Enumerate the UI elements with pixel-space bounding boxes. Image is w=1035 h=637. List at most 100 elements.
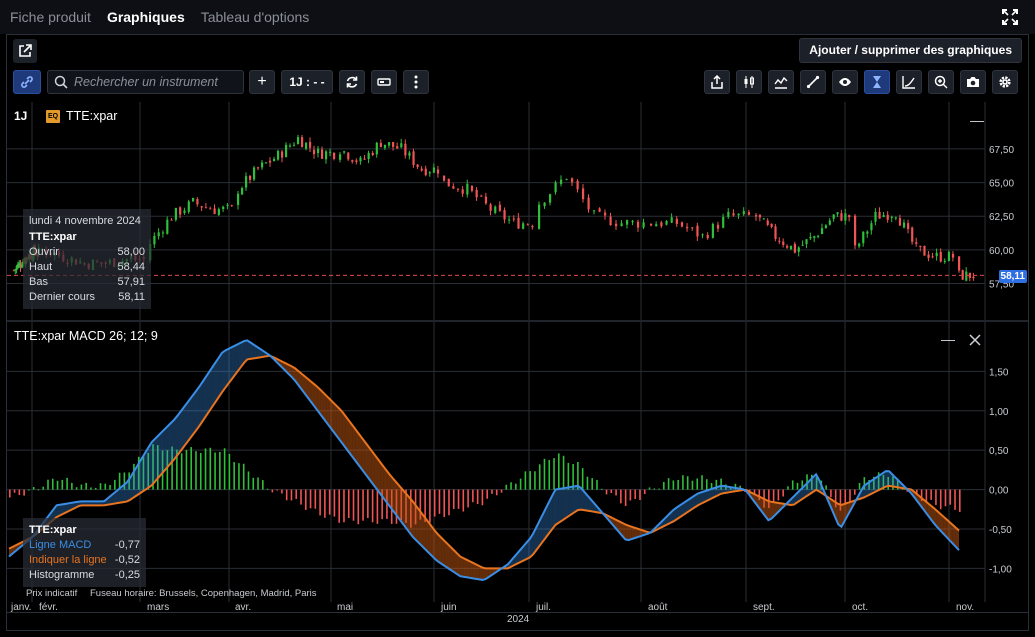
histogram-bar bbox=[114, 479, 116, 490]
candles-icon bbox=[744, 76, 754, 88]
candle-body bbox=[461, 189, 464, 194]
histogram-bar bbox=[658, 488, 660, 490]
candle-body bbox=[894, 217, 897, 219]
indicators-icon bbox=[774, 76, 788, 89]
compare-button[interactable] bbox=[896, 70, 922, 94]
candle-body bbox=[870, 223, 873, 231]
histogram-bar bbox=[429, 489, 431, 523]
macd-signal-fill bbox=[387, 471, 391, 508]
candle-body bbox=[383, 144, 387, 148]
candle-body bbox=[475, 189, 478, 198]
candle-body bbox=[560, 179, 563, 184]
close-macd-pane-icon[interactable] bbox=[969, 334, 981, 346]
histogram-bar bbox=[443, 489, 446, 518]
candle-body bbox=[416, 164, 419, 167]
indicators-button[interactable] bbox=[768, 70, 794, 94]
candle-body bbox=[576, 180, 579, 190]
settings-button[interactable] bbox=[992, 70, 1018, 94]
minimize-macd-pane-icon[interactable]: — bbox=[941, 331, 955, 347]
candle-body bbox=[854, 215, 857, 246]
chart-type-button[interactable] bbox=[371, 70, 397, 94]
candle-body bbox=[965, 271, 968, 281]
candle-body bbox=[161, 232, 165, 234]
macd-signal-fill bbox=[209, 367, 213, 412]
add-remove-charts-button[interactable]: Ajouter / supprimer des graphiques bbox=[799, 38, 1022, 63]
candle-body bbox=[289, 145, 292, 147]
screenshot-button[interactable] bbox=[960, 70, 986, 94]
candles-button[interactable] bbox=[736, 70, 762, 94]
link-button[interactable] bbox=[13, 70, 41, 94]
candle-body bbox=[351, 160, 354, 162]
histogram-bar bbox=[505, 484, 508, 490]
month-tick-label: nov. bbox=[956, 602, 975, 613]
visibility-button[interactable] bbox=[832, 70, 858, 94]
minimize-price-pane-icon[interactable]: — bbox=[970, 112, 984, 128]
candle-body bbox=[554, 182, 557, 193]
macd-signal-fill bbox=[186, 398, 191, 443]
macd-signal-fill bbox=[205, 371, 210, 417]
candle-body bbox=[396, 146, 399, 149]
histogram-bar bbox=[529, 471, 531, 490]
tab-fiche-produit[interactable]: Fiche produit bbox=[10, 9, 91, 25]
macd-signal-fill bbox=[167, 422, 172, 467]
candle-body bbox=[400, 143, 403, 148]
macd-title: TTE:xpar MACD 26; 12; 9 bbox=[14, 329, 158, 343]
histogram-bar bbox=[772, 489, 775, 502]
candle-body bbox=[836, 212, 839, 215]
chart-toolbar: + 1J : - - bbox=[7, 68, 1028, 98]
tooltip-symbol: TTE:xpar bbox=[29, 231, 77, 243]
add-instrument-button[interactable]: + bbox=[249, 70, 275, 94]
tooltip-date: lundi 4 novembre 2024 bbox=[29, 215, 141, 227]
histogram-bar bbox=[262, 480, 264, 490]
candle-body bbox=[512, 218, 515, 220]
macd-signal-fill bbox=[371, 450, 375, 486]
macd-signal-fill bbox=[418, 509, 423, 547]
candle-body bbox=[758, 214, 762, 218]
compare-icon bbox=[902, 76, 915, 89]
crosshair-button[interactable] bbox=[864, 70, 890, 94]
candle-body bbox=[778, 240, 781, 242]
last-price-tag: 58,11 bbox=[998, 270, 1027, 283]
macd-signal-fill bbox=[199, 381, 203, 426]
draw-line-icon bbox=[806, 75, 820, 89]
histogram-bar bbox=[853, 489, 856, 495]
zoom-button[interactable] bbox=[928, 70, 954, 94]
tab-graphiques[interactable]: Graphiques bbox=[107, 9, 185, 25]
instrument-search bbox=[47, 70, 244, 94]
histogram-bar bbox=[620, 489, 622, 504]
search-input[interactable] bbox=[74, 74, 239, 90]
share-button[interactable] bbox=[704, 70, 730, 94]
histogram-bar bbox=[94, 487, 97, 490]
candle-body bbox=[701, 234, 704, 236]
candle-body bbox=[412, 151, 415, 166]
more-options-button[interactable] bbox=[403, 70, 429, 94]
price-axis-tick: 67,50 bbox=[989, 145, 1014, 156]
histogram-bar bbox=[944, 489, 947, 507]
interval-button[interactable]: 1J : - - bbox=[281, 70, 333, 94]
fullscreen-icon[interactable] bbox=[1001, 8, 1019, 26]
draw-line-button[interactable] bbox=[800, 70, 826, 94]
macd-signal-fill bbox=[151, 438, 156, 486]
macd-signal-fill bbox=[406, 493, 410, 533]
tab-tableau-options[interactable]: Tableau d'options bbox=[201, 9, 310, 25]
candle-body bbox=[200, 206, 203, 208]
macd-signal-fill bbox=[215, 357, 219, 402]
histogram-bar bbox=[80, 484, 83, 490]
histogram-bar bbox=[376, 489, 379, 524]
candle-body bbox=[317, 148, 320, 154]
candle-body bbox=[237, 193, 240, 205]
macd-signal-fill bbox=[380, 462, 384, 499]
price-chart[interactable]: 67,5065,0062,5060,0057,50 bbox=[7, 102, 1028, 320]
macd-signal-fill bbox=[466, 559, 470, 578]
open-external-button[interactable] bbox=[13, 39, 37, 63]
histogram-bar bbox=[624, 489, 627, 507]
month-tick-label: sept. bbox=[753, 602, 775, 613]
candle-body bbox=[549, 194, 552, 203]
refresh-button[interactable] bbox=[339, 70, 365, 94]
macd-chart[interactable]: 1,50 1,00 0,50 0,00 -0,50 -1,00 bbox=[7, 322, 1028, 602]
histogram-bar bbox=[524, 471, 527, 490]
histogram-bar bbox=[596, 479, 598, 490]
candle-body bbox=[313, 149, 316, 155]
histogram-bar bbox=[71, 482, 73, 490]
histogram-bar bbox=[939, 489, 942, 510]
